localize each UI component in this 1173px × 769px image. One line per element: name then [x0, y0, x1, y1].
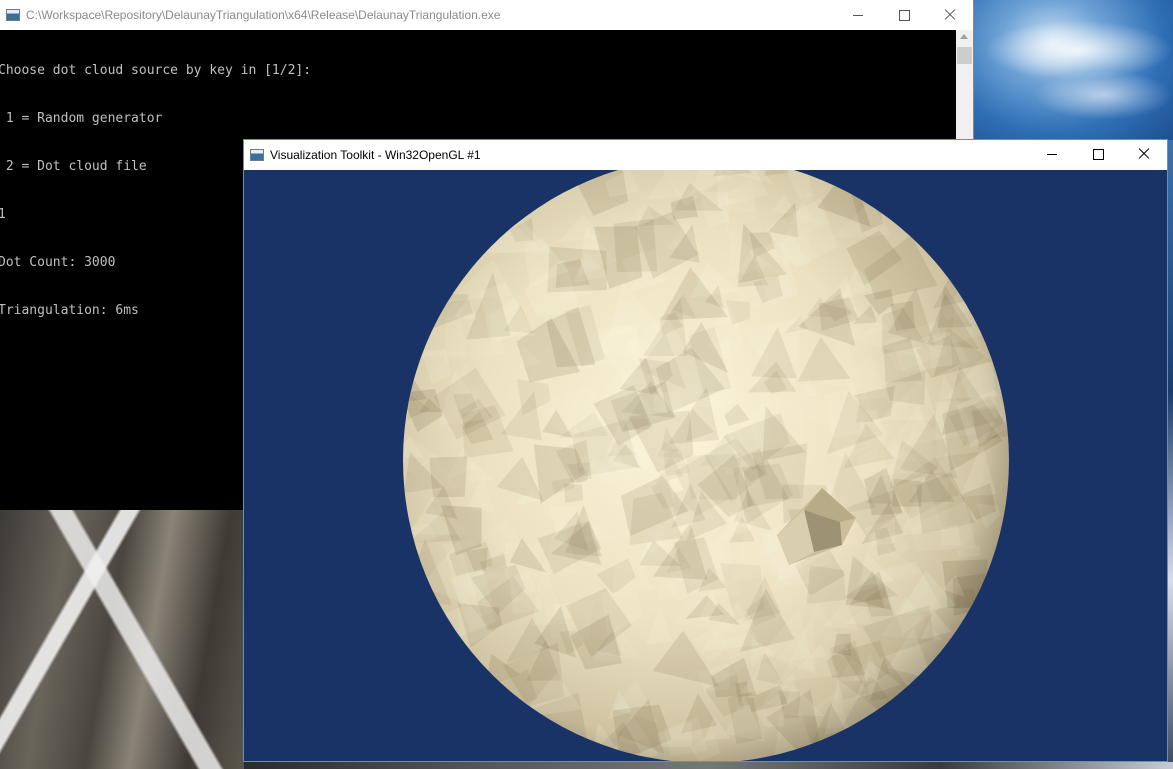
- console-app-icon[interactable]: [6, 9, 20, 21]
- maximize-icon: [898, 9, 910, 21]
- sphere-facet: [653, 390, 682, 412]
- scrollbar-thumb[interactable]: [957, 47, 972, 64]
- render-viewport[interactable]: [244, 170, 1167, 761]
- minimize-icon: [1047, 153, 1057, 155]
- minimize-button[interactable]: [835, 0, 881, 30]
- close-button[interactable]: [927, 0, 973, 30]
- maximize-button[interactable]: [1075, 140, 1121, 169]
- scroll-up-arrow-icon[interactable]: [960, 34, 968, 39]
- console-titlebar[interactable]: C:\Workspace\Repository\DelaunayTriangul…: [0, 0, 973, 30]
- desktop-wallpaper-sky: [973, 0, 1173, 140]
- console-line: Choose dot cloud source by key in [1/2]:: [0, 63, 312, 78]
- vtk-title: Visualization Toolkit - Win32OpenGL #1: [270, 147, 481, 162]
- desktop-wallpaper-edge: [1168, 140, 1173, 769]
- sphere-facet: [429, 456, 468, 498]
- vtk-app-icon[interactable]: [250, 148, 264, 161]
- maximize-icon: [1092, 148, 1104, 160]
- vtk-titlebar[interactable]: Visualization Toolkit - Win32OpenGL #1: [244, 140, 1167, 169]
- minimize-icon: [853, 14, 863, 16]
- desktop-wallpaper-bottom: [244, 762, 1173, 769]
- vtk-render-window[interactable]: Visualization Toolkit - Win32OpenGL #1: [243, 139, 1168, 762]
- triangulated-sphere: [403, 170, 1009, 761]
- maximize-button[interactable]: [881, 0, 927, 30]
- close-button[interactable]: [1121, 140, 1167, 169]
- console-line: 1 = Random generator: [0, 111, 163, 126]
- close-icon: [1138, 148, 1150, 160]
- sphere-facet: [564, 483, 583, 503]
- minimize-button[interactable]: [1029, 140, 1075, 169]
- desktop-wallpaper-mountain: [0, 510, 244, 769]
- close-icon: [944, 9, 956, 21]
- console-title: C:\Workspace\Repository\DelaunayTriangul…: [26, 8, 501, 22]
